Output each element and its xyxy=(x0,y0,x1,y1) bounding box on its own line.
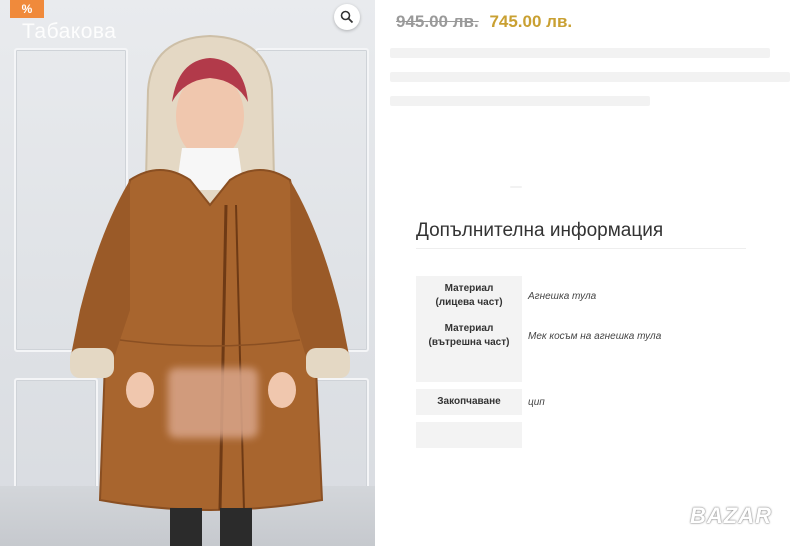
row-value: Мек косъм на агнешка тула xyxy=(528,330,662,342)
row-label-line: (лицева част) xyxy=(435,297,503,308)
table-row: Материал (вътрешна част) Мек косъм на аг… xyxy=(416,316,746,356)
row-value: цип xyxy=(528,396,545,408)
faded-text-line xyxy=(390,48,770,58)
row-label-empty xyxy=(416,356,522,382)
table-row: Материал (лицева част) Агнешка тула xyxy=(416,276,746,316)
faded-text-line xyxy=(390,96,650,106)
row-label: Материал (вътрешна част) xyxy=(416,316,522,356)
bazar-logo: BAZAR xyxy=(690,503,772,528)
price-row: 945.00 лв. 745.00 лв. xyxy=(396,12,572,32)
coat-illustration xyxy=(70,34,350,546)
section-title: Допълнителна информация xyxy=(416,220,664,241)
magnifier-icon xyxy=(340,10,354,24)
info-table: Материал (лицева част) Агнешка тула Мате… xyxy=(416,276,746,448)
sale-price: 745.00 лв. xyxy=(489,12,573,31)
old-price: 945.00 лв. xyxy=(396,12,479,31)
table-row: Закопчаване цип xyxy=(416,382,746,422)
section-divider xyxy=(416,248,746,249)
row-label-line: Материал xyxy=(444,323,494,334)
row-value: Агнешка тула xyxy=(528,290,597,302)
zoom-button[interactable] xyxy=(334,4,360,30)
row-label-empty xyxy=(416,422,522,448)
faded-text-line xyxy=(510,186,522,188)
faded-text-line xyxy=(390,72,790,82)
row-label-line: (вътрешна част) xyxy=(428,337,510,348)
row-label-line: Материал xyxy=(444,283,494,294)
brand-watermark: Табакова xyxy=(22,20,117,43)
row-label: Материал (лицева част) xyxy=(416,276,522,316)
product-image[interactable]: % Табакова xyxy=(0,0,375,546)
sale-badge: % xyxy=(10,0,44,18)
row-label: Закопчаване xyxy=(416,389,522,415)
blurred-overlay xyxy=(168,368,258,438)
table-row-empty xyxy=(416,356,746,382)
table-row-empty xyxy=(416,422,746,448)
